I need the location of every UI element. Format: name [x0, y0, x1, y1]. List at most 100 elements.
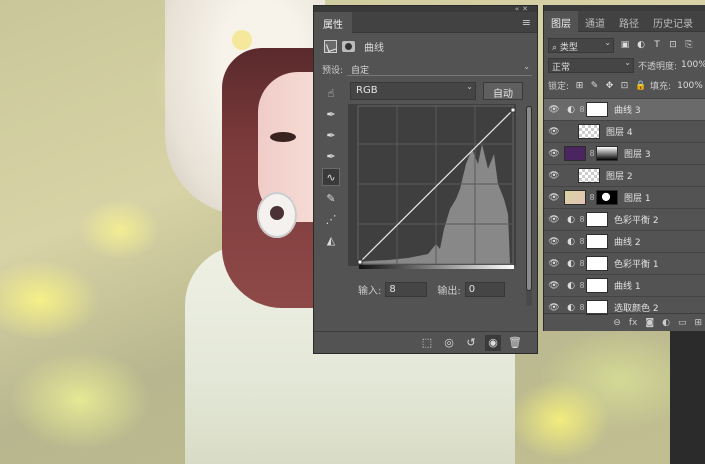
eye-icon[interactable]: 👁 [544, 193, 564, 203]
new-adjustment-icon[interactable]: ◐ [662, 318, 670, 328]
eye-icon[interactable]: 👁 [544, 237, 564, 247]
new-layer-icon[interactable]: ⊞ [694, 318, 702, 328]
layer-thumbnail[interactable] [578, 168, 600, 183]
layers-panel[interactable]: 图层 通道 路径 历史记录 ⌕ 类型 ⌄ ▣ ◐ T ⊡ ⎘ 正常 ⌄ 不透明度… [543, 5, 705, 331]
link-icon[interactable]: 8 [578, 259, 586, 268]
lock-artboard-icon[interactable]: ⊡ [620, 81, 629, 91]
add-mask-icon[interactable]: ◙ [645, 318, 654, 328]
filter-shape-icon[interactable]: ⊡ [668, 40, 678, 50]
fill-value[interactable]: 100% [677, 81, 703, 91]
new-group-icon[interactable]: ▭ [678, 318, 687, 328]
eye-icon[interactable]: 👁 [544, 281, 564, 291]
layer-mask-thumbnail[interactable] [586, 256, 608, 271]
layer-mask-thumbnail[interactable] [586, 102, 608, 117]
tab-layers[interactable]: 图层 [544, 11, 578, 32]
adjustment-layer-icon: ◐ [567, 258, 575, 269]
eye-icon[interactable]: 👁 [544, 149, 564, 159]
layer-mask-thumbnail[interactable] [586, 212, 608, 227]
clipping-warning-icon[interactable]: ◭ [322, 231, 340, 249]
layer-row[interactable]: 👁 ◐ 8 曲线 3 [544, 98, 705, 120]
filter-pixel-icon[interactable]: ▣ [620, 40, 630, 50]
link-icon[interactable]: 8 [588, 149, 596, 158]
curves-adjustment-icon[interactable] [324, 39, 337, 53]
layer-name: 图层 4 [606, 128, 633, 138]
lock-all-icon[interactable]: 🔒 [635, 81, 646, 91]
layer-row[interactable]: 👁 8 图层 3 [544, 142, 705, 164]
layer-row[interactable]: 👁 ◐ 8 色彩平衡 2 [544, 208, 705, 230]
eye-icon[interactable]: 👁 [544, 127, 564, 137]
preset-dropdown[interactable]: 自定 ⌄ [347, 62, 532, 76]
scrollbar-thumb[interactable] [526, 106, 532, 291]
filter-adjustment-icon[interactable]: ◐ [636, 40, 646, 50]
lock-transparent-icon[interactable]: ⊞ [575, 81, 584, 91]
layer-thumbnail[interactable] [564, 146, 586, 161]
lock-image-icon[interactable]: ✎ [590, 81, 599, 91]
eyedropper-black-icon[interactable]: ✒ [322, 105, 340, 123]
curves-tool-column: ☝ ✒ ✒ ✒ ∿ ✎ ⋰ ◭ [322, 84, 342, 252]
properties-panel[interactable]: «✕ 属性 ≡ 曲线 预设: 自定 ⌄ ☝ ✒ ✒ ✒ ∿ ✎ ⋰ ◭ RGB … [313, 5, 538, 354]
link-icon[interactable]: 8 [578, 105, 586, 114]
layer-row[interactable]: 👁 图层 2 [544, 164, 705, 186]
link-icon[interactable]: 8 [578, 215, 586, 224]
layer-thumbnail[interactable] [564, 190, 586, 205]
layer-row[interactable]: 👁 ◐ 8 色彩平衡 1 [544, 252, 705, 274]
photo-hat-flower [232, 30, 252, 50]
layer-mask-thumbnail[interactable] [586, 278, 608, 293]
auto-button[interactable]: 自动 [483, 82, 523, 100]
eye-icon[interactable]: 👁 [544, 259, 564, 269]
eye-icon[interactable]: 👁 [544, 215, 564, 225]
filter-smart-icon[interactable]: ⎘ [684, 40, 694, 50]
lock-position-icon[interactable]: ✥ [605, 81, 614, 91]
hand-adjust-icon[interactable]: ☝ [322, 84, 340, 102]
trash-icon[interactable]: 🗑 [507, 335, 523, 351]
layer-row[interactable]: 👁 图层 4 [544, 120, 705, 142]
eye-icon[interactable]: 👁 [544, 303, 564, 313]
filter-type-icon[interactable]: T [652, 40, 662, 50]
link-layers-icon[interactable]: ⊖ [613, 318, 621, 328]
properties-scrollbar[interactable] [526, 106, 532, 306]
panel-menu-icon[interactable]: ≡ [522, 16, 531, 29]
filter-dropdown[interactable]: ⌕ 类型 ⌄ [548, 37, 614, 53]
layer-name: 曲线 1 [614, 282, 641, 292]
tab-paths[interactable]: 路径 [612, 11, 646, 32]
curve-point-icon[interactable]: ∿ [322, 168, 340, 186]
eyedropper-gray-icon[interactable]: ✒ [322, 126, 340, 144]
smooth-icon[interactable]: ⋰ [322, 210, 340, 228]
link-icon[interactable]: 8 [578, 281, 586, 290]
input-gradient-bar [359, 265, 514, 269]
view-previous-icon[interactable]: ◎ [441, 335, 457, 351]
link-icon[interactable]: 8 [578, 237, 586, 246]
tab-channels[interactable]: 通道 [578, 11, 612, 32]
link-icon[interactable]: 8 [588, 193, 596, 202]
layer-row[interactable]: 👁 ◐ 8 曲线 2 [544, 230, 705, 252]
reset-icon[interactable]: ↺ [463, 335, 479, 351]
eye-icon[interactable]: 👁 [544, 171, 564, 181]
search-icon: ⌕ [552, 42, 558, 53]
clip-to-layer-icon[interactable]: ⬚ [419, 335, 435, 351]
output-field[interactable]: 0 [464, 282, 505, 297]
layer-mask-thumbnail[interactable] [586, 234, 608, 249]
tab-properties[interactable]: 属性 [314, 12, 352, 33]
pencil-icon[interactable]: ✎ [322, 189, 340, 207]
curves-graph-svg [348, 104, 516, 266]
layer-row[interactable]: 👁 8 图层 1 [544, 186, 705, 208]
layer-mask-icon[interactable] [342, 40, 355, 52]
fill-label: 填充: [650, 82, 672, 92]
input-field[interactable]: 8 [385, 282, 428, 297]
layer-thumbnail[interactable] [578, 124, 600, 139]
layer-mask-thumbnail[interactable] [596, 190, 618, 205]
layer-list: 👁 ◐ 8 曲线 3 👁 图层 4 👁 8 图层 3 👁 图层 2 👁 8 图层… [544, 98, 705, 318]
eyedropper-white-icon[interactable]: ✒ [322, 147, 340, 165]
link-icon[interactable]: 8 [578, 303, 586, 312]
layer-row[interactable]: 👁 ◐ 8 曲线 1 [544, 274, 705, 296]
tab-history[interactable]: 历史记录 [646, 11, 700, 32]
visibility-icon[interactable]: ◉ [485, 334, 501, 351]
blend-mode-dropdown[interactable]: 正常 ⌄ [548, 57, 634, 73]
chevron-down-icon: ⌄ [466, 82, 473, 91]
curves-graph[interactable] [348, 104, 516, 266]
channel-dropdown[interactable]: RGB ⌄ [350, 82, 476, 100]
opacity-value[interactable]: 100% [681, 60, 705, 70]
eye-icon[interactable]: 👁 [544, 105, 564, 115]
layer-mask-thumbnail[interactable] [596, 146, 618, 161]
fx-icon[interactable]: fx [629, 318, 638, 328]
